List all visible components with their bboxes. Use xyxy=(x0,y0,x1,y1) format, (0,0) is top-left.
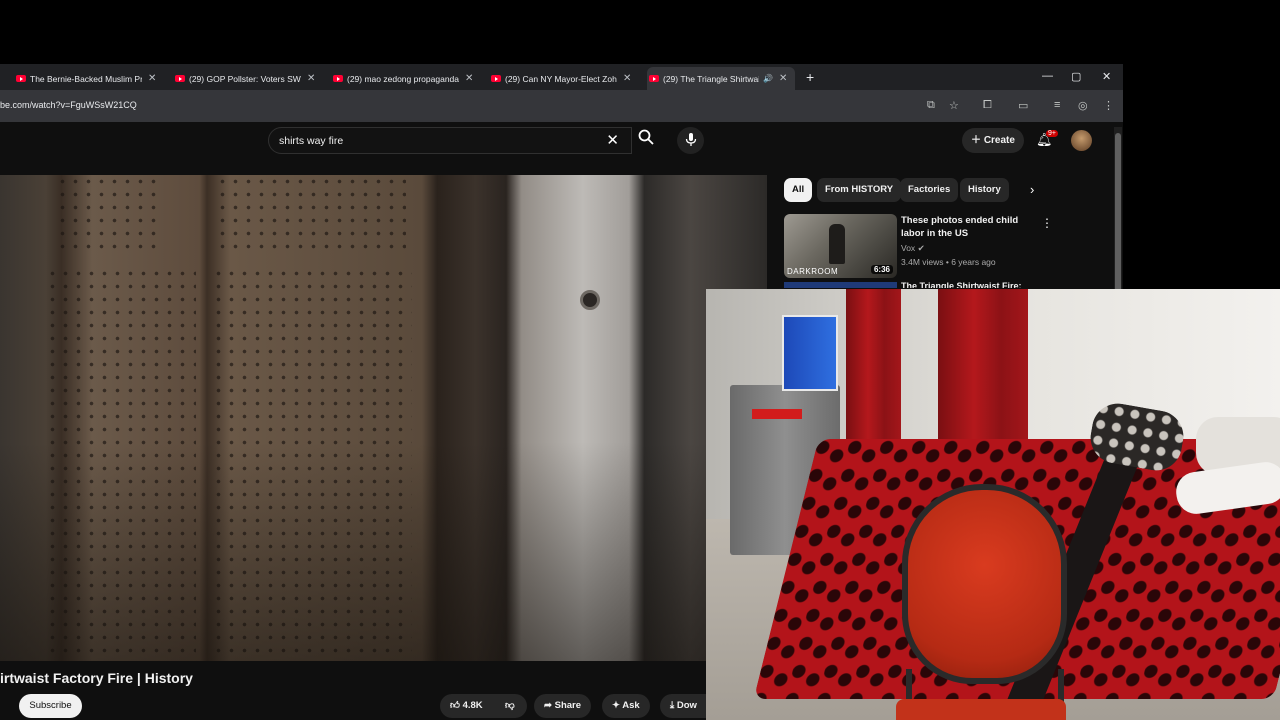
profile-icon[interactable]: ◎ xyxy=(1078,99,1088,112)
extensions-icon[interactable]: ⧠ xyxy=(983,99,992,112)
speaker-icon[interactable]: 🔊 xyxy=(763,74,773,83)
search-button[interactable] xyxy=(632,127,660,154)
subscribe-button[interactable]: Subscribe xyxy=(19,694,82,718)
clear-search-icon[interactable]: ✕ xyxy=(606,131,619,149)
download-label: Dow xyxy=(676,700,697,711)
tab-title: The Bernie-Backed Muslim Pro xyxy=(30,73,142,84)
voice-search-button[interactable] xyxy=(677,127,704,154)
tab-title: (29) GOP Pollster: Voters SWING xyxy=(189,73,301,84)
dislike-button[interactable]: 👎︎ xyxy=(497,694,527,718)
download-icon: ⤓ xyxy=(670,700,675,711)
video-title: irtwaist Factory Fire | History xyxy=(0,670,193,686)
browser-tab[interactable]: The Bernie-Backed Muslim Pro ✕ xyxy=(14,67,164,90)
close-tab-icon[interactable]: ✕ xyxy=(623,73,631,84)
chair xyxy=(902,484,1067,684)
door-knob xyxy=(580,290,600,310)
media-controls-icon[interactable]: ≡ xyxy=(1054,99,1060,111)
close-tab-icon[interactable]: ✕ xyxy=(465,73,473,84)
youtube-favicon-icon xyxy=(175,75,185,82)
youtube-favicon-icon xyxy=(333,75,343,82)
bookmark-star-icon[interactable]: ☆ xyxy=(949,99,959,112)
plus-icon: ＋ xyxy=(971,135,982,146)
chip-history[interactable]: History xyxy=(960,178,1009,202)
recommendation-item-partial[interactable]: The Triangle Shirtwaist Fire: xyxy=(784,282,1074,288)
chip-factories[interactable]: Factories xyxy=(900,178,959,202)
tab-title: (29) Can NY Mayor-Elect Zohra xyxy=(505,73,617,84)
like-count: 4.8K xyxy=(462,700,483,711)
share-label: Share xyxy=(554,700,582,711)
avatar[interactable] xyxy=(1071,130,1092,151)
microphone-icon xyxy=(685,133,696,146)
chip-from-history[interactable]: From HISTORY xyxy=(817,178,902,202)
ask-button[interactable]: ✦ Ask xyxy=(602,694,650,718)
thumbnail-brand-text: DARKROOM xyxy=(787,267,839,276)
screen: The Bernie-Backed Muslim Pro ✕ (29) GOP … xyxy=(0,0,1280,720)
install-app-icon[interactable]: ⧉ xyxy=(927,99,935,112)
search-input[interactable]: shirts way fire xyxy=(279,135,343,147)
scrollbar-thumb[interactable] xyxy=(1115,133,1121,293)
close-window-icon[interactable]: ✕ xyxy=(1102,70,1111,83)
url-field[interactable]: be.com/watch?v=FguWSsW21CQ xyxy=(0,100,137,110)
minimize-icon[interactable]: — xyxy=(1042,70,1053,82)
more-options-icon[interactable]: ⋮ xyxy=(1041,216,1053,230)
browser-tab[interactable]: (29) GOP Pollster: Voters SWING ✕ xyxy=(173,67,323,90)
ask-label: Ask xyxy=(622,700,640,711)
search-icon xyxy=(638,129,654,145)
browser-menu-icon[interactable]: ⋮ xyxy=(1103,99,1114,112)
create-button[interactable]: ＋ Create xyxy=(962,128,1024,153)
next-recommendation-title: The Triangle Shirtwaist Fire: xyxy=(901,282,1022,288)
recommendation-title[interactable]: These photos ended child labor in the US xyxy=(901,214,1041,240)
tab-title: (29) The Triangle Shirtwaist xyxy=(663,73,759,84)
notification-count-badge: 9+ xyxy=(1046,130,1058,137)
video-frame xyxy=(0,175,767,661)
create-label: Create xyxy=(983,135,1015,146)
chip-all[interactable]: All xyxy=(784,178,813,202)
like-button[interactable]: 👍︎ 4.8K xyxy=(440,694,497,718)
close-tab-icon[interactable]: ✕ xyxy=(779,73,787,84)
video-player[interactable] xyxy=(0,175,767,661)
tab-title: (29) mao zedong propaganda xyxy=(347,73,459,84)
youtube-favicon-icon xyxy=(16,75,26,82)
browser-tab-active[interactable]: (29) The Triangle Shirtwaist 🔊 ✕ xyxy=(647,67,796,90)
sparkle-icon: ✦ xyxy=(612,700,620,711)
browser-tab[interactable]: (29) Can NY Mayor-Elect Zohra ✕ xyxy=(489,67,639,90)
share-arrow-icon: ➦ xyxy=(544,700,552,711)
youtube-favicon-icon xyxy=(491,75,501,82)
browser-tab-strip: The Bernie-Backed Muslim Pro ✕ (29) GOP … xyxy=(0,64,1123,90)
webcam-overlay xyxy=(706,289,1280,720)
close-tab-icon[interactable]: ✕ xyxy=(148,73,156,84)
thumbs-down-icon: 👎︎ xyxy=(505,700,515,711)
video-thumbnail[interactable]: DARKROOM 6:36 xyxy=(784,214,897,278)
new-tab-plus-icon[interactable]: + xyxy=(806,69,814,85)
duration-badge: 6:36 xyxy=(870,265,893,274)
youtube-favicon-icon xyxy=(649,75,659,82)
chevron-right-icon[interactable]: › xyxy=(1030,182,1034,197)
recommendation-item[interactable]: DARKROOM 6:36 These photos ended child l… xyxy=(784,214,1104,278)
sidebar-icon[interactable]: ▭ xyxy=(1018,99,1028,112)
verified-check-icon: ✔ xyxy=(917,243,925,253)
video-meta: 3.4M views • 6 years ago xyxy=(901,257,996,267)
search-box[interactable]: shirts way fire ✕ xyxy=(268,127,632,154)
thumbs-up-icon: 👍︎ xyxy=(450,700,460,711)
browser-tab[interactable]: (29) mao zedong propaganda ✕ xyxy=(331,67,481,90)
channel-name[interactable]: Vox ✔ xyxy=(901,243,925,254)
close-tab-icon[interactable]: ✕ xyxy=(307,73,315,84)
share-button[interactable]: ➦ Share xyxy=(534,694,592,718)
maximize-icon[interactable]: ▢ xyxy=(1071,70,1081,83)
drink-box xyxy=(782,315,838,391)
address-bar: be.com/watch?v=FguWSsW21CQ ⧉ ☆ ⧠ ▭ ≡ ◎ ⋮ xyxy=(0,90,1123,122)
